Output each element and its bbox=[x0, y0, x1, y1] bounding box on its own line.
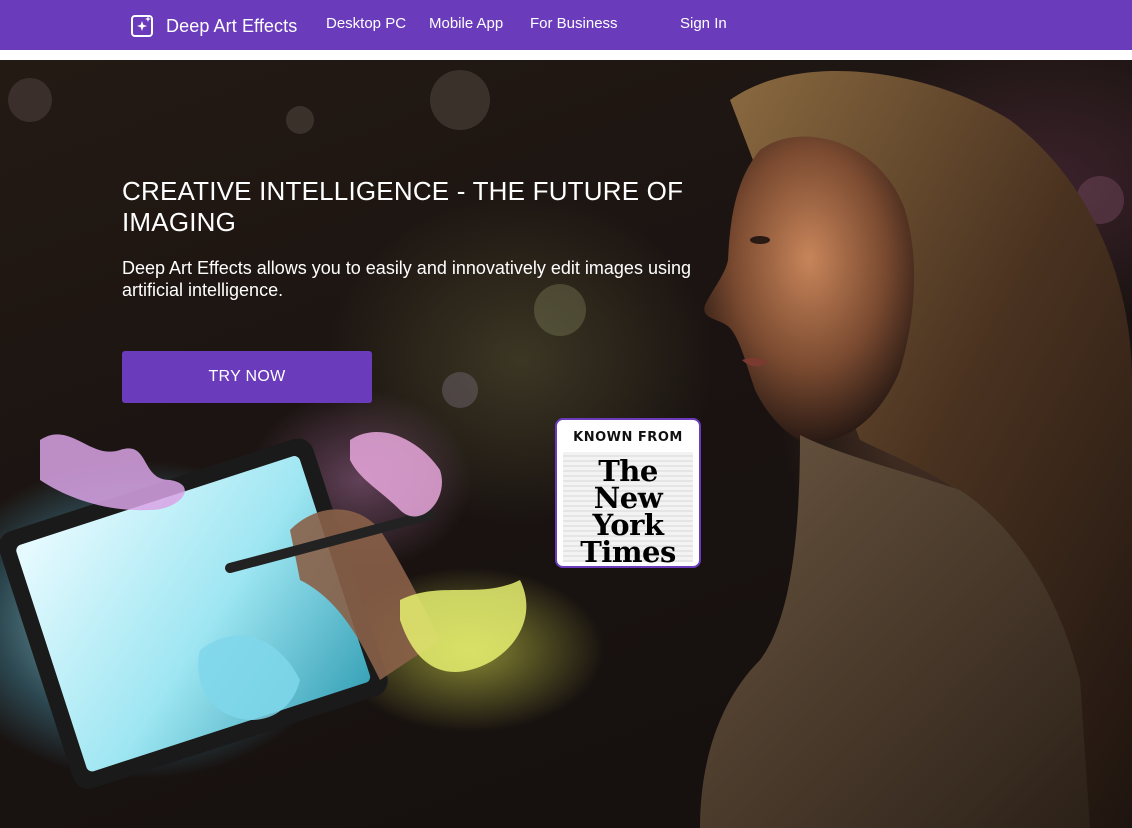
nav-link-mobile-app[interactable]: Mobile App bbox=[429, 15, 503, 32]
nyt-logo: The New York Times bbox=[563, 457, 693, 568]
hero-section: CREATIVE INTELLIGENCE - THE FUTURE OF IM… bbox=[0, 60, 1132, 828]
hero-title: CREATIVE INTELLIGENCE - THE FUTURE OF IM… bbox=[122, 176, 684, 237]
nav-link-for-business[interactable]: For Business bbox=[530, 15, 618, 32]
nav-link-desktop-pc[interactable]: Desktop PC bbox=[326, 15, 406, 32]
hero-subtitle: Deep Art Effects allows you to easily an… bbox=[122, 258, 691, 300]
sign-in-link[interactable]: Sign In bbox=[680, 15, 727, 32]
sparkle-square-icon bbox=[131, 15, 153, 37]
brand-name: Deep Art Effects bbox=[166, 15, 298, 36]
nyt-logo-line: Times bbox=[580, 535, 676, 568]
press-label: KNOWN FROM bbox=[573, 430, 683, 445]
nyt-logo-line: New York bbox=[592, 481, 664, 542]
brand-logo-link[interactable]: Deep Art Effects bbox=[130, 13, 297, 39]
navbar-spacer bbox=[0, 50, 1132, 60]
press-badge-nyt[interactable]: KNOWN FROM The New York Times bbox=[555, 418, 701, 568]
top-navbar: Deep Art Effects Desktop PC Mobile App F… bbox=[0, 0, 1132, 50]
newspaper-background: The New York Times bbox=[563, 452, 693, 566]
try-now-button[interactable]: TRY NOW bbox=[122, 351, 372, 403]
